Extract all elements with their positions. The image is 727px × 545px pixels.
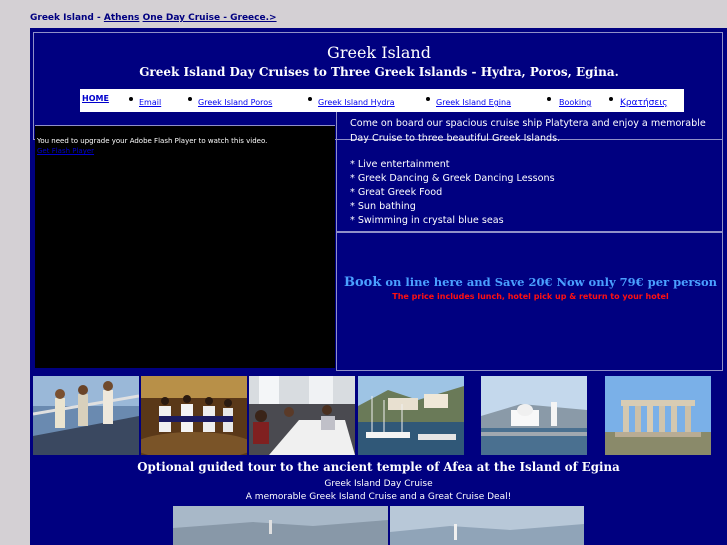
book-offer: on line here and Save 20€ Now only 79€ p… (381, 275, 717, 289)
book-online-link[interactable]: Book on line here and Save 20€ Now only … (337, 275, 724, 290)
breadcrumb: Greek Island - Athens One Day Cruise - G… (30, 13, 277, 23)
price-note: The price includes lunch, hotel pick up … (392, 292, 669, 301)
get-flash-link[interactable]: Get Flash Player (37, 147, 94, 155)
bullet-icon (547, 97, 551, 101)
photo-sea-view-1[interactable] (173, 506, 388, 545)
photo-gallery (30, 376, 727, 456)
video-player[interactable]: You need to upgrade your Adobe Flash Pla… (35, 125, 335, 368)
photo-harbour[interactable] (358, 376, 464, 455)
photo-dining-area[interactable] (249, 376, 355, 455)
nav-booking-greek-link[interactable]: Κρατήσεις (620, 98, 668, 108)
bullet-icon (188, 97, 192, 101)
bullet-icon (609, 97, 613, 101)
intro-text: Come on board our spacious cruise ship P… (350, 118, 706, 144)
nav-booking-link[interactable]: Booking (559, 98, 591, 107)
page-subtitle: Greek Island Day Cruises to Three Greek … (139, 65, 619, 79)
feature-item: * Greek Dancing & Greek Dancing Lessons (350, 173, 555, 184)
nav-bar: HOME Email Greek Island Poros Greek Isla… (80, 89, 684, 112)
breadcrumb-prefix: Greek Island - (30, 13, 104, 23)
feature-item: * Swimming in crystal blue seas (350, 215, 504, 226)
deal-caption: A memorable Greek Island Cruise and a Gr… (245, 492, 512, 502)
breadcrumb-link-athens[interactable]: Athens (104, 13, 140, 23)
breadcrumb-link-cruise[interactable]: One Day Cruise - Greece.> (143, 13, 277, 23)
intro-box: Come on board our spacious cruise ship P… (336, 112, 723, 232)
photo-greek-dancers[interactable] (141, 376, 247, 455)
feature-item: * Sun bathing (350, 201, 416, 212)
tour-heading: Optional guided tour to the ancient temp… (137, 460, 620, 474)
bullet-icon (426, 97, 430, 101)
cruise-caption: Greek Island Day Cruise (324, 479, 433, 489)
nav-hydra-link[interactable]: Greek Island Hydra (318, 98, 395, 107)
page-title: Greek Island (327, 43, 431, 62)
nav-email-link[interactable]: Email (139, 98, 161, 107)
feature-item: * Live entertainment (350, 159, 450, 170)
nav-poros-link[interactable]: Greek Island Poros (198, 98, 272, 107)
book-word[interactable]: Book (344, 275, 381, 290)
photo-sea-view-2[interactable] (390, 506, 584, 545)
feature-item: * Great Greek Food (350, 187, 443, 198)
main-panel: Greek Island Greek Island Day Cruises to… (30, 28, 727, 545)
photo-island-church[interactable] (481, 376, 587, 455)
photo-temple-afea[interactable] (605, 376, 711, 455)
flash-upgrade-message: You need to upgrade your Adobe Flash Pla… (37, 137, 268, 145)
bullet-icon (308, 97, 312, 101)
booking-box: Book on line here and Save 20€ Now only … (336, 232, 723, 371)
nav-egina-link[interactable]: Greek Island Egina (436, 98, 511, 107)
nav-home-link[interactable]: HOME (82, 94, 109, 103)
photo-crew-on-deck[interactable] (33, 376, 139, 455)
bullet-icon (129, 97, 133, 101)
